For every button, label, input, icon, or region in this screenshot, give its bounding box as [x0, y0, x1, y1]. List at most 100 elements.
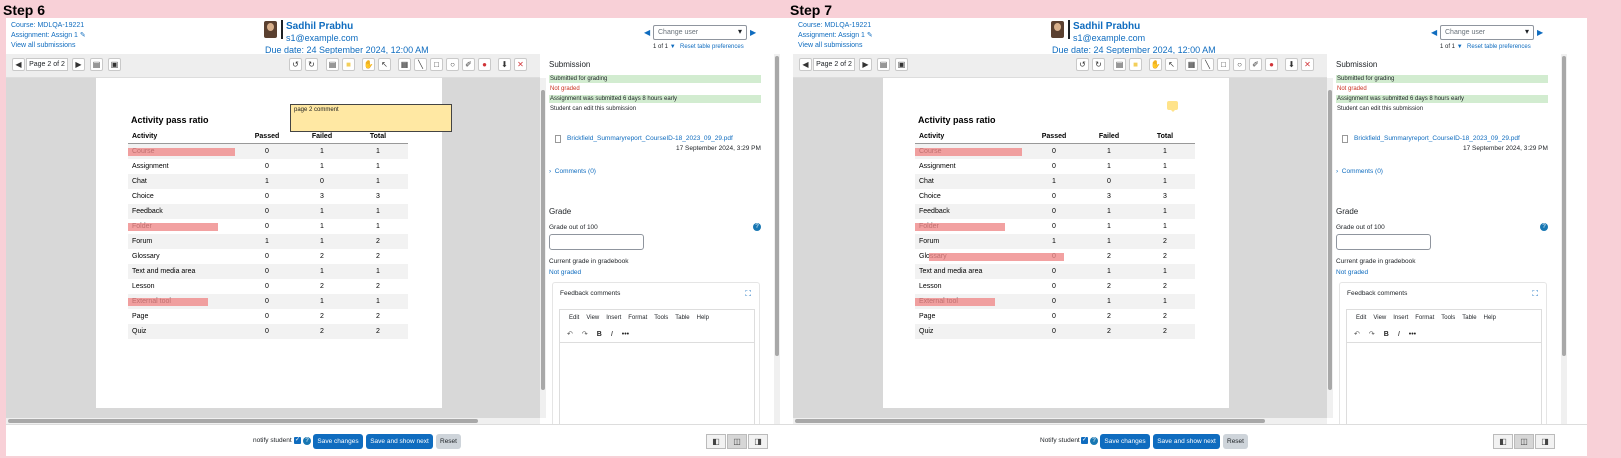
- editor-menu-edit[interactable]: Edit: [1356, 315, 1366, 321]
- highlight-icon[interactable]: ▦: [1185, 58, 1198, 71]
- undo-icon[interactable]: ↶: [567, 331, 573, 338]
- filter-icon[interactable]: ▼: [670, 44, 676, 50]
- comment-icon[interactable]: ▤: [1113, 58, 1126, 71]
- editor-menu-view[interactable]: View: [586, 315, 599, 321]
- save-and-show-next-button[interactable]: Save and show next: [1153, 434, 1220, 449]
- highlight-annotation[interactable]: [128, 148, 235, 156]
- current-grade-value[interactable]: Not graded: [549, 269, 581, 276]
- editor-menu-tools[interactable]: Tools: [654, 315, 668, 321]
- delete-icon[interactable]: ✕: [1301, 58, 1314, 71]
- search-icon[interactable]: ▤: [90, 58, 103, 71]
- view-all-submissions-link[interactable]: View all submissions: [798, 41, 873, 51]
- grade-input[interactable]: [549, 234, 644, 250]
- next-page-icon[interactable]: ▶: [859, 58, 872, 71]
- comment-annotation-box[interactable]: page 2 comment: [290, 104, 452, 132]
- editor-menu-table[interactable]: Table: [675, 315, 689, 321]
- editor-menu-tools[interactable]: Tools: [1441, 315, 1455, 321]
- editor-menu-help[interactable]: Help: [1484, 315, 1496, 321]
- rotate-left-icon[interactable]: ↺: [1076, 58, 1089, 71]
- select-icon[interactable]: ↖: [1165, 58, 1178, 71]
- oval-icon[interactable]: ○: [1233, 58, 1246, 71]
- save-changes-button[interactable]: Save changes: [313, 434, 363, 449]
- view-all-submissions-link[interactable]: View all submissions: [11, 41, 86, 51]
- collapse-review-panel-icon[interactable]: ◨: [748, 434, 768, 449]
- highlight-annotation[interactable]: [128, 223, 218, 231]
- redo-icon[interactable]: ↷: [582, 331, 588, 338]
- help-icon[interactable]: ?: [753, 223, 761, 231]
- first-page-icon[interactable]: ◀: [12, 58, 25, 71]
- previous-user-icon[interactable]: ◀: [644, 28, 650, 37]
- comment-annotation-icon[interactable]: [1167, 101, 1178, 112]
- rectangle-icon[interactable]: □: [430, 58, 443, 71]
- editor-menu-insert[interactable]: Insert: [1393, 315, 1408, 321]
- pen-icon[interactable]: ✐: [1249, 58, 1262, 71]
- bold-icon[interactable]: B: [1384, 331, 1389, 338]
- next-user-icon[interactable]: ▶: [750, 28, 756, 37]
- assignment-link[interactable]: Assignment: Assign 1 ✎: [11, 31, 86, 41]
- collapse-review-panel-icon[interactable]: ◨: [1535, 434, 1555, 449]
- course-link[interactable]: Course: MDLQA-19221: [11, 21, 86, 31]
- previous-user-icon[interactable]: ◀: [1431, 28, 1437, 37]
- pan-icon[interactable]: ✋: [1149, 58, 1162, 71]
- highlight-annotation[interactable]: [128, 298, 208, 306]
- editor-menu-format[interactable]: Format: [628, 315, 647, 321]
- expand-icon[interactable]: ⛶: [1532, 289, 1538, 299]
- stamp-icon[interactable]: ■: [342, 58, 355, 71]
- pdf-viewer[interactable]: Activity pass ratio Activity Passed Failed T…: [6, 78, 540, 418]
- assignment-link[interactable]: Assignment: Assign 1 ✎: [798, 31, 873, 41]
- expand-icon[interactable]: ▣: [895, 58, 908, 71]
- italic-icon[interactable]: I: [1398, 331, 1400, 338]
- page-select[interactable]: Page 2 of 2: [26, 58, 68, 71]
- help-icon[interactable]: ?: [1090, 437, 1098, 445]
- delete-icon[interactable]: ✕: [514, 58, 527, 71]
- help-icon[interactable]: ?: [1540, 223, 1548, 231]
- comments-link[interactable]: › Comments (0): [1336, 168, 1383, 175]
- save-and-show-next-button[interactable]: Save and show next: [366, 434, 433, 449]
- select-icon[interactable]: ↖: [378, 58, 391, 71]
- editor-menu-table[interactable]: Table: [1462, 315, 1476, 321]
- line-icon[interactable]: ╲: [1201, 58, 1214, 71]
- pdf-page[interactable]: Activity pass ratio Activity Passed Failed T…: [883, 78, 1229, 408]
- reset-table-preferences-link[interactable]: Reset table preferences: [680, 44, 744, 50]
- search-icon[interactable]: ▤: [877, 58, 890, 71]
- highlight-annotation[interactable]: [915, 148, 1022, 156]
- change-user-select[interactable]: Change user: [653, 25, 747, 40]
- more-icon[interactable]: •••: [622, 331, 629, 338]
- notify-student-checkbox[interactable]: ✓: [294, 437, 301, 444]
- pan-icon[interactable]: ✋: [362, 58, 375, 71]
- editor-menu-view[interactable]: View: [1373, 315, 1386, 321]
- current-grade-value[interactable]: Not graded: [1336, 269, 1368, 276]
- filter-icon[interactable]: ▼: [1457, 44, 1463, 50]
- grade-input[interactable]: [1336, 234, 1431, 250]
- comment-icon[interactable]: ▤: [326, 58, 339, 71]
- highlight-annotation[interactable]: [929, 253, 1064, 261]
- panel-scrollbar[interactable]: [1561, 54, 1567, 424]
- editor-menu-edit[interactable]: Edit: [569, 315, 579, 321]
- panel-scrollbar[interactable]: [774, 54, 780, 424]
- rotate-right-icon[interactable]: ↻: [305, 58, 318, 71]
- rotate-right-icon[interactable]: ↻: [1092, 58, 1105, 71]
- default-layout-icon[interactable]: ◫: [727, 434, 747, 449]
- highlight-icon[interactable]: ▦: [398, 58, 411, 71]
- change-user-select[interactable]: Change user: [1440, 25, 1534, 40]
- pdf-viewer[interactable]: Activity pass ratio Activity Passed Failed T…: [793, 78, 1327, 418]
- reset-button[interactable]: Reset: [436, 434, 461, 449]
- stamp-picker-icon[interactable]: ⬇: [498, 58, 511, 71]
- oval-icon[interactable]: ○: [446, 58, 459, 71]
- stamp-picker-icon[interactable]: ⬇: [1285, 58, 1298, 71]
- pdf-page[interactable]: Activity pass ratio Activity Passed Failed T…: [96, 78, 452, 408]
- next-page-icon[interactable]: ▶: [72, 58, 85, 71]
- line-icon[interactable]: ╲: [414, 58, 427, 71]
- collapse-grade-panel-icon[interactable]: ◧: [706, 434, 726, 449]
- expand-icon[interactable]: ▣: [108, 58, 121, 71]
- page-select[interactable]: Page 2 of 2: [813, 58, 855, 71]
- default-layout-icon[interactable]: ◫: [1514, 434, 1534, 449]
- course-link[interactable]: Course: MDLQA-19221: [798, 21, 873, 31]
- notify-student-checkbox[interactable]: ✓: [1081, 437, 1088, 444]
- editor-menu-help[interactable]: Help: [697, 315, 709, 321]
- save-changes-button[interactable]: Save changes: [1100, 434, 1150, 449]
- user-name-link[interactable]: Sadhil Prabhu: [1073, 21, 1140, 32]
- help-icon[interactable]: ?: [303, 437, 311, 445]
- expand-icon[interactable]: ⛶: [745, 289, 751, 299]
- next-user-icon[interactable]: ▶: [1537, 28, 1543, 37]
